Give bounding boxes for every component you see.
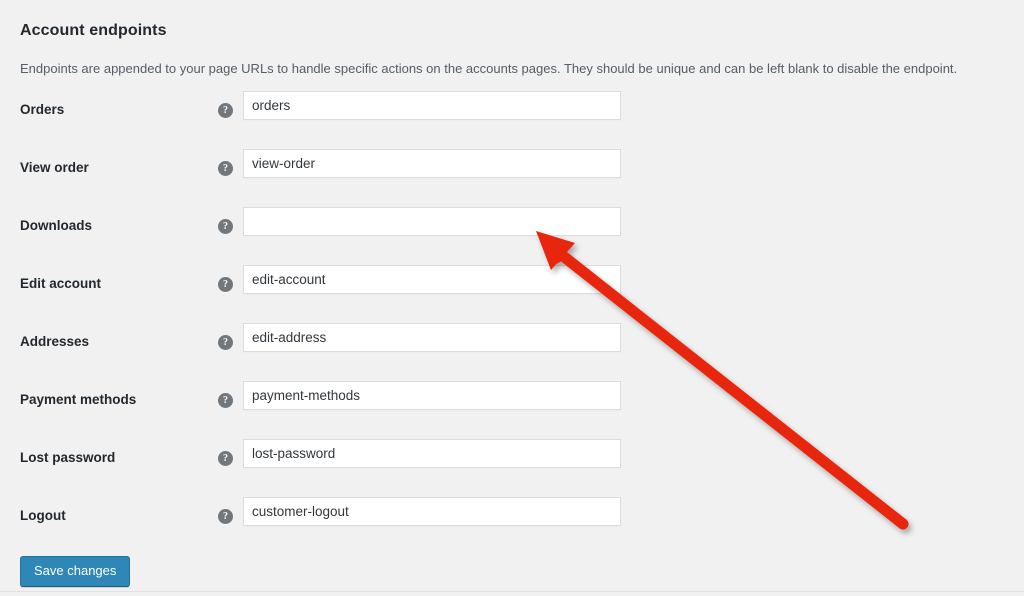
section-description: Endpoints are appended to your page URLs… bbox=[20, 61, 958, 76]
endpoint-input-logout[interactable] bbox=[243, 497, 621, 526]
endpoint-input-edit-account[interactable] bbox=[243, 265, 621, 294]
form-row: Addresses ? bbox=[0, 318, 1024, 376]
help-icon[interactable]: ? bbox=[218, 335, 233, 350]
form-row: Edit account ? bbox=[0, 260, 1024, 318]
field-label-downloads: Downloads bbox=[20, 218, 93, 233]
field-label-payment-methods: Payment methods bbox=[20, 392, 137, 407]
endpoint-input-downloads[interactable] bbox=[243, 207, 621, 236]
page-bottom-divider bbox=[0, 591, 1024, 592]
field-label-addresses: Addresses bbox=[20, 334, 90, 349]
help-icon[interactable]: ? bbox=[218, 103, 233, 118]
help-icon[interactable]: ? bbox=[218, 161, 233, 176]
endpoint-input-lost-password[interactable] bbox=[243, 439, 621, 468]
endpoint-input-orders[interactable] bbox=[243, 91, 621, 120]
settings-page: Account endpoints Endpoints are appended… bbox=[0, 0, 1024, 596]
save-changes-button[interactable]: Save changes bbox=[20, 556, 131, 587]
page-title: Account endpoints bbox=[20, 22, 167, 40]
field-label-edit-account: Edit account bbox=[20, 276, 102, 291]
help-icon[interactable]: ? bbox=[218, 219, 233, 234]
endpoint-input-payment-methods[interactable] bbox=[243, 381, 621, 410]
field-label-lost-password: Lost password bbox=[20, 450, 116, 465]
form-row: Payment methods ? bbox=[0, 376, 1024, 434]
field-label-orders: Orders bbox=[20, 102, 65, 117]
help-icon[interactable]: ? bbox=[218, 393, 233, 408]
endpoint-input-addresses[interactable] bbox=[243, 323, 621, 352]
form-row: Orders ? bbox=[0, 86, 1024, 144]
field-label-logout: Logout bbox=[20, 508, 66, 523]
form-actions: Save changes bbox=[20, 556, 131, 587]
help-icon[interactable]: ? bbox=[218, 451, 233, 466]
help-icon[interactable]: ? bbox=[218, 277, 233, 292]
account-endpoints-form: Orders ? View order ? Downloads ? Edit a… bbox=[0, 86, 1024, 550]
form-row: Lost password ? bbox=[0, 434, 1024, 492]
form-row: Logout ? bbox=[0, 492, 1024, 550]
field-label-view-order: View order bbox=[20, 160, 89, 175]
endpoint-input-view-order[interactable] bbox=[243, 149, 621, 178]
form-row: Downloads ? bbox=[0, 202, 1024, 260]
form-row: View order ? bbox=[0, 144, 1024, 202]
help-icon[interactable]: ? bbox=[218, 509, 233, 524]
